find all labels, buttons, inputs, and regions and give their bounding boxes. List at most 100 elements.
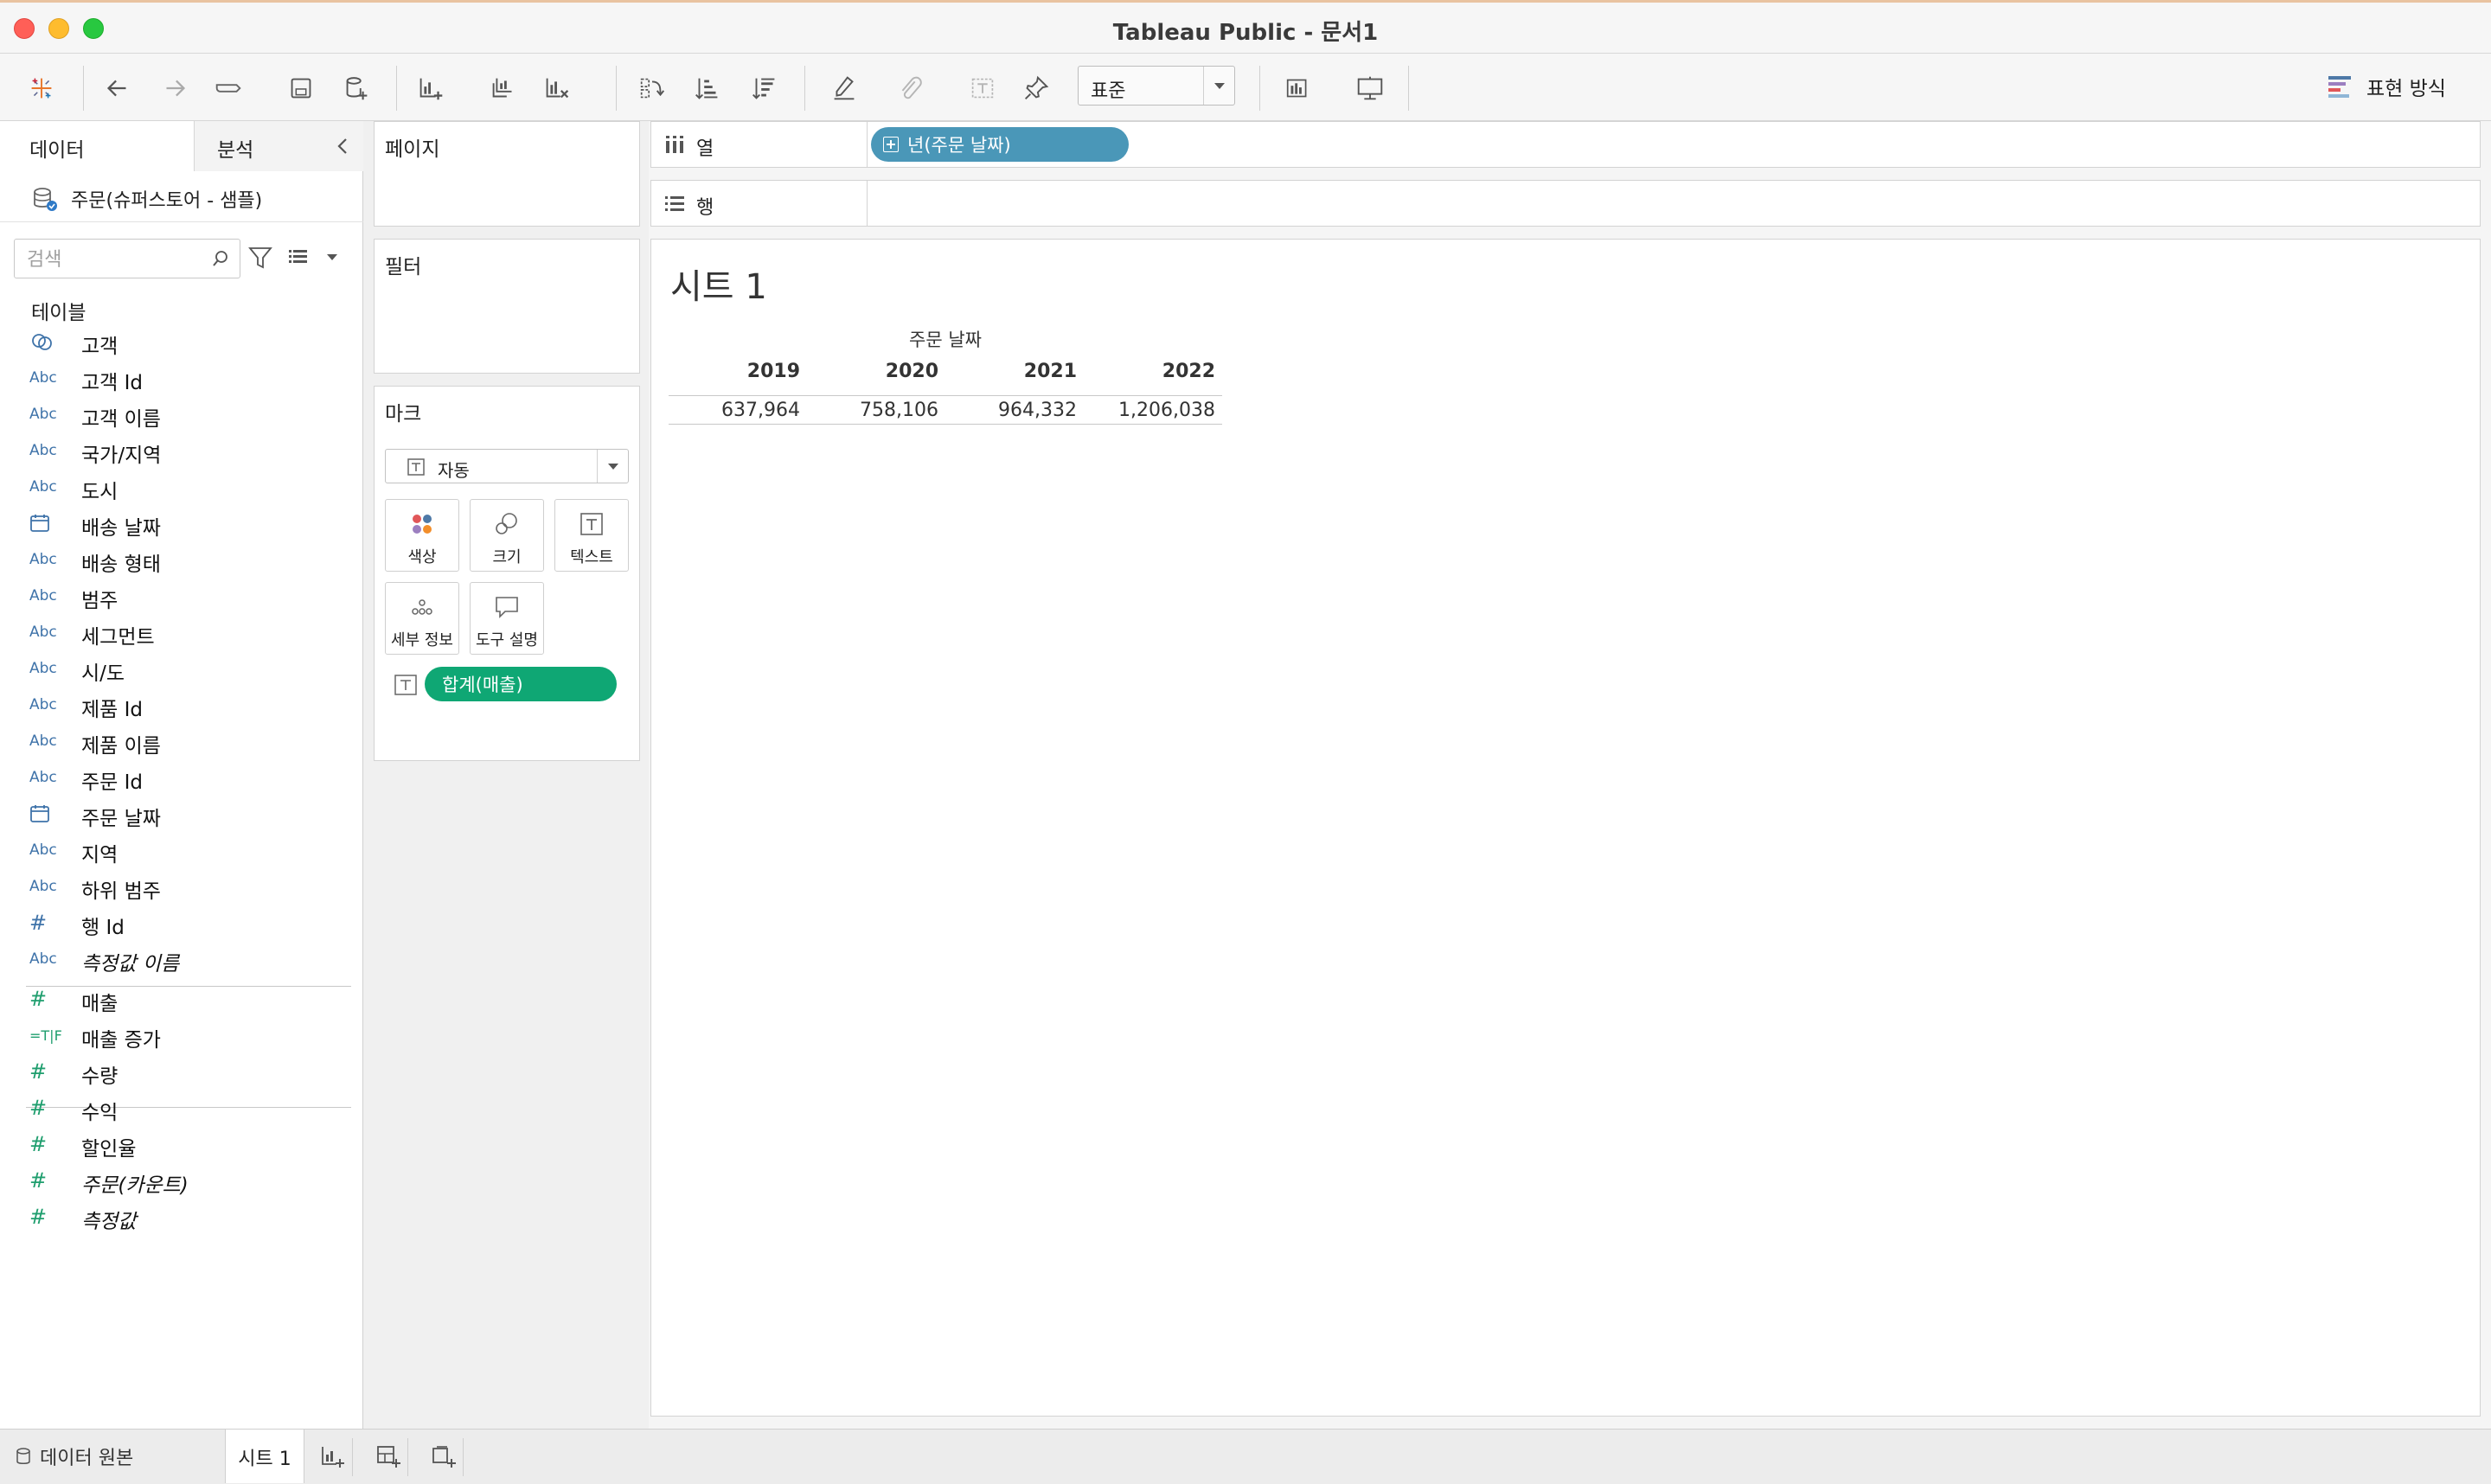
sum-sales-pill[interactable]: 합계(매출)	[425, 667, 617, 701]
field-name: 배송 날짜	[81, 517, 161, 540]
sales-value-cell[interactable]: 964,332	[945, 400, 1084, 421]
sales-value-cell[interactable]: 1,206,038	[1084, 400, 1222, 421]
save-icon[interactable]	[282, 69, 320, 107]
view-canvas[interactable]: 시트 1 주문 날짜 2019 2020 2021 2022 637,964 7…	[650, 239, 2481, 1417]
field-item[interactable]: Abc 지역	[0, 832, 363, 868]
presentation-icon[interactable]	[1351, 69, 1389, 107]
year-header[interactable]: 2019	[669, 361, 807, 382]
pages-card[interactable]: 페이지	[374, 121, 640, 227]
swap-icon[interactable]	[633, 69, 671, 107]
year-header[interactable]: 2020	[807, 361, 945, 382]
dimension-measure-divider	[26, 986, 351, 987]
field-item[interactable]: Abc 고객 이름	[0, 396, 363, 432]
field-item[interactable]: Abc 시/도	[0, 650, 363, 687]
year-header[interactable]: 2021	[945, 361, 1084, 382]
sort-asc-icon[interactable]	[688, 69, 727, 107]
sheet-tab[interactable]: 시트 1	[225, 1430, 304, 1483]
label-icon[interactable]	[964, 69, 1002, 107]
field-item[interactable]: Abc 범주	[0, 578, 363, 614]
field-item[interactable]: # 수량	[0, 1053, 363, 1090]
number-type-icon: #	[29, 1205, 48, 1229]
tab-analysis-label: 분석	[217, 139, 254, 162]
datasource-tab[interactable]: 데이터 원본	[0, 1430, 223, 1483]
tooltip-mark-button[interactable]: 도구 설명	[470, 582, 544, 655]
size-icon	[471, 509, 543, 540]
highlight-icon[interactable]	[825, 69, 863, 107]
filters-card-title: 필터	[385, 256, 422, 278]
field-item[interactable]: Abc 국가/지역	[0, 432, 363, 469]
field-item[interactable]: 주문 날짜	[0, 796, 363, 832]
duplicate-icon[interactable]	[484, 69, 522, 107]
undo-icon[interactable]	[99, 69, 137, 107]
field-item[interactable]: Abc 배송 형태	[0, 541, 363, 578]
datasource-tab-label: 데이터 원본	[40, 1448, 134, 1469]
search-icon[interactable]	[210, 248, 231, 269]
chevron-down-icon[interactable]	[597, 450, 628, 483]
fit-standard-select[interactable]: 표준	[1078, 66, 1235, 106]
rows-shelf[interactable]: 행	[650, 180, 2481, 227]
new-worksheet-icon[interactable]	[412, 69, 450, 107]
tab-data[interactable]: 데이터	[0, 121, 194, 171]
field-item[interactable]: # 수익	[0, 1090, 363, 1126]
redo-icon[interactable]	[156, 69, 194, 107]
new-worksheet-tab-icon	[321, 1447, 344, 1468]
fit-icon[interactable]	[1280, 69, 1318, 107]
string-type-icon: Abc	[29, 369, 57, 387]
field-item[interactable]: Abc 세그먼트	[0, 614, 363, 650]
clear-icon[interactable]	[538, 69, 576, 107]
new-datasource-icon[interactable]	[337, 69, 375, 107]
tab-analysis[interactable]: 분석	[194, 121, 363, 171]
datasource-item[interactable]: 주문(슈퍼스토어 - 샘플)	[31, 182, 262, 216]
chevron-down-icon[interactable]	[1203, 67, 1234, 105]
collapse-pane-icon[interactable]	[334, 137, 351, 156]
size-mark-button[interactable]: 크기	[470, 499, 544, 572]
new-worksheet-tab-button[interactable]	[313, 1438, 353, 1476]
group-icon[interactable]	[891, 69, 929, 107]
field-item[interactable]: 고객	[0, 323, 363, 360]
cards-area: 페이지 필터 마크 자동 색상 크기 텍스트 세부 정보 도구 설명 합계(매출…	[363, 121, 649, 1429]
field-item[interactable]: Abc 제품 Id	[0, 687, 363, 723]
search-input[interactable]	[27, 247, 200, 272]
filter-icon[interactable]	[247, 244, 273, 272]
color-mark-button[interactable]: 색상	[385, 499, 459, 572]
sort-desc-icon[interactable]	[746, 69, 784, 107]
show-me-button[interactable]: 표현 방식	[2327, 71, 2446, 102]
sales-value-cell[interactable]: 758,106	[807, 400, 945, 421]
field-name: 할인율	[81, 1138, 137, 1161]
filters-card[interactable]: 필터	[374, 239, 640, 374]
new-story-tab-button[interactable]	[424, 1438, 464, 1476]
expand-plus-icon[interactable]	[883, 137, 899, 152]
field-item[interactable]: # 측정값	[0, 1199, 363, 1235]
detail-mark-button[interactable]: 세부 정보	[385, 582, 459, 655]
view-options-icon[interactable]	[287, 246, 344, 270]
field-item[interactable]: Abc 도시	[0, 469, 363, 505]
field-name: 주문 날짜	[81, 808, 161, 830]
field-item[interactable]: Abc 고객 Id	[0, 360, 363, 396]
field-item[interactable]: Abc 제품 이름	[0, 723, 363, 759]
field-item[interactable]: Abc 측정값 이름	[0, 941, 363, 977]
sheet-title[interactable]: 시트 1	[670, 259, 767, 309]
mark-type-select[interactable]: 자동	[385, 449, 629, 483]
field-item[interactable]: # 주문(카운트)	[0, 1162, 363, 1199]
tooltip-icon	[471, 592, 543, 623]
field-item[interactable]: =T|F 매출 증가	[0, 1017, 363, 1053]
tableau-logo-icon[interactable]	[22, 69, 61, 107]
field-item[interactable]: # 할인율	[0, 1126, 363, 1162]
field-item[interactable]: # 행 Id	[0, 905, 363, 941]
field-item[interactable]: Abc 주문 Id	[0, 759, 363, 796]
string-type-icon: Abc	[29, 732, 57, 750]
year-header[interactable]: 2022	[1084, 361, 1222, 382]
new-dashboard-tab-button[interactable]	[368, 1438, 408, 1476]
column-header-title[interactable]: 주문 날짜	[669, 326, 1222, 352]
sales-value-cell[interactable]: 637,964	[669, 400, 807, 421]
field-item[interactable]: Abc 하위 범주	[0, 868, 363, 905]
show-me-icon	[2328, 76, 2351, 98]
year-order-date-pill[interactable]: 년(주문 날짜)	[871, 127, 1129, 162]
pin-icon[interactable]	[1017, 69, 1055, 107]
text-mark-button[interactable]: 텍스트	[554, 499, 629, 572]
detail-mark-label: 세부 정보	[391, 631, 453, 649]
replay-icon[interactable]	[209, 69, 247, 107]
field-item[interactable]: 배송 날짜	[0, 505, 363, 541]
columns-shelf[interactable]: 열 년(주문 날짜)	[650, 121, 2481, 168]
field-name: 하위 범주	[81, 880, 161, 903]
